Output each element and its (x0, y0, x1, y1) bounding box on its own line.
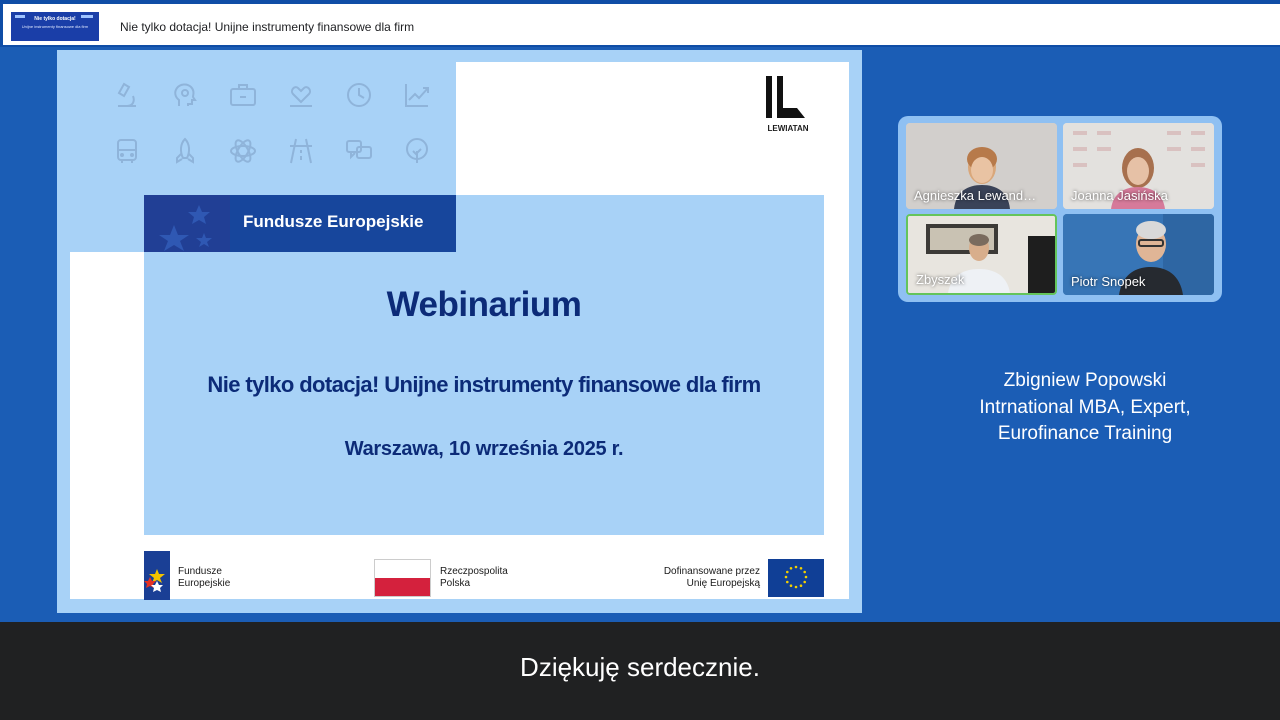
footer-poland-label: Rzeczpospolita Polska (440, 566, 508, 590)
slide-thumbnail[interactable]: Nie tylko dotacja! Unijne instrumenty fi… (11, 12, 99, 41)
thumbnail-line-2: Unijne instrumenty finansowe dla firm (21, 24, 89, 29)
slide-heading: Webinarium (386, 285, 582, 324)
participant-name: Agnieszka Lewand… (914, 188, 1037, 203)
bus-icon (112, 136, 142, 166)
participant-tile[interactable]: Piotr Snopek (1063, 214, 1214, 295)
footer-fundusze-line-1: Fundusze (178, 566, 222, 577)
footer-eu-label: Dofinansowane przez Unię Europejską (600, 566, 760, 590)
footer-poland-line-1: Rzeczpospolita (440, 566, 508, 577)
atom-icon (228, 136, 258, 166)
microscope-icon (112, 80, 142, 110)
participant-tile-active-speaker[interactable]: Zbyszek (906, 214, 1057, 295)
live-caption: Dziękuję serdecznie. (520, 652, 760, 682)
participant-name: Zbyszek (916, 272, 965, 287)
presenter-name: Zbigniew Popowski (1003, 370, 1167, 391)
head-gear-icon (170, 80, 200, 110)
road-icon (286, 136, 316, 166)
presenter-info: Zbigniew Popowski Intrnational MBA, Expe… (940, 368, 1230, 448)
lewiatan-logo-icon (764, 74, 810, 120)
heart-hands-icon (286, 80, 316, 110)
footer-eu-line-1: Dofinansowane przez (663, 566, 760, 577)
tree-icon (402, 136, 432, 166)
poland-flag-icon (374, 559, 431, 597)
lewiatan-logo-text: LEWIATAN (767, 124, 809, 133)
briefcase-icon (228, 80, 258, 110)
presenter-credentials: Intrnational MBA, Expert, (979, 396, 1191, 418)
slide-date: Warszawa, 10 września 2025 r. (344, 438, 624, 460)
chat-icon (344, 136, 374, 166)
chart-up-icon (402, 80, 432, 110)
window-title: Nie tylko dotacja! Unijne instrumenty fi… (120, 20, 415, 34)
participant-name: Joanna Jasińska (1071, 188, 1168, 203)
rocket-icon (170, 136, 200, 166)
participant-tile[interactable]: Joanna Jasińska (1063, 123, 1214, 209)
eu-flag-icon (768, 559, 824, 597)
top-bar: Nie tylko dotacja! Unijne instrumenty fi… (0, 0, 1280, 47)
participant-name: Piotr Snopek (1071, 274, 1146, 289)
footer-poland-line-2: Polska (440, 578, 471, 589)
presenter-company: Eurofinance Training (997, 423, 1173, 444)
fundusze-band-label: Fundusze Europejskie (243, 212, 424, 231)
footer-eu-line-2: Unię Europejską (686, 578, 760, 589)
clock-icon (344, 80, 374, 110)
slide-subtitle: Nie tylko dotacja! Unijne instrumenty fi… (207, 372, 761, 397)
title-bar: Nie tylko dotacja! Unijne instrumenty fi… (3, 4, 1280, 45)
footer-fundusze-line-2: Europejskie (178, 578, 231, 589)
participant-tile[interactable]: Agnieszka Lewand… (906, 123, 1057, 209)
fundusze-flag-icon (144, 195, 230, 252)
thumbnail-line-1: Nie tylko dotacja! (34, 16, 76, 22)
footer-fundusze-label: Fundusze Europejskie (178, 566, 230, 590)
fundusze-europejskie-logo-icon (144, 551, 170, 600)
